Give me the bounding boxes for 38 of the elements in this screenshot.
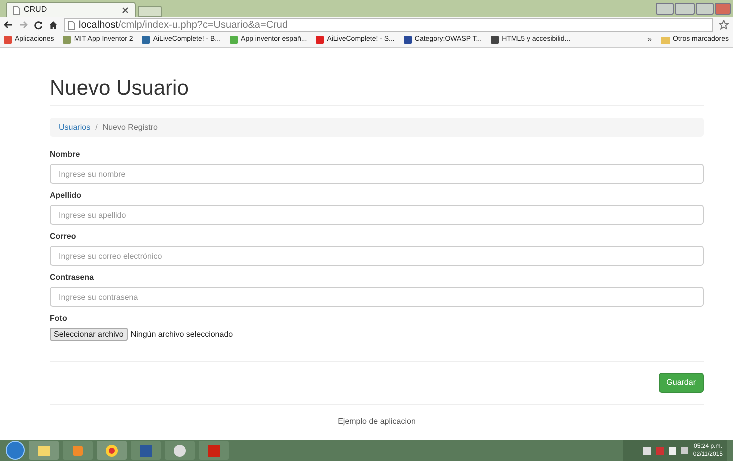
tab-title: CRUD: [24, 4, 48, 16]
file-status: Ningún archivo seleccionado: [130, 328, 234, 340]
breadcrumb-link[interactable]: Usuarios: [59, 122, 91, 134]
url-host: localhost: [79, 20, 118, 30]
browser-tab[interactable]: CRUD: [6, 2, 136, 17]
field-label: Correo: [50, 231, 78, 243]
url-path: /cmlp/index-u.php?c=Usuario&a=Crud: [118, 20, 288, 30]
footer-text: Ejemplo de aplicacion: [337, 416, 417, 428]
breadcrumb-separator: /: [96, 122, 98, 134]
folder-icon[interactable]: [29, 441, 59, 460]
page-icon: [68, 20, 75, 30]
choose-file-button[interactable]: Seleccionar archivo: [50, 328, 128, 341]
minimize-button[interactable]: [675, 3, 695, 15]
field-label: Apellido: [50, 190, 83, 202]
start-button[interactable]: [6, 441, 25, 460]
reload-icon[interactable]: [34, 20, 43, 30]
page-icon: [13, 6, 20, 14]
back-icon[interactable]: [4, 21, 13, 29]
page-title: Nuevo Usuario: [50, 76, 190, 102]
forward-icon[interactable]: [19, 21, 28, 29]
star-icon[interactable]: [719, 20, 729, 30]
maximize-button[interactable]: [696, 3, 714, 15]
media-player-icon[interactable]: [63, 441, 93, 460]
folder-icon: [660, 36, 670, 44]
breadcrumb-current: Nuevo Registro: [102, 122, 158, 134]
browser-icon[interactable]: [97, 441, 127, 460]
input-field[interactable]: Ingrese su correo electrónico: [50, 246, 704, 266]
address-bar[interactable]: localhost/cmlp/index-u.php?c=Usuario&a=Crud: [64, 18, 713, 32]
more-bookmarks-button[interactable]: »: [648, 34, 652, 46]
field-label: Foto: [50, 313, 68, 325]
input-field[interactable]: Ingrese su contrasena: [50, 287, 704, 307]
field-label: Contrasena: [50, 272, 96, 284]
input-field[interactable]: Ingrese su nombre: [50, 164, 704, 184]
input-field[interactable]: Ingrese su apellido: [50, 205, 704, 225]
field-label: Nombre: [50, 149, 82, 161]
new-tab-button[interactable]: [138, 6, 162, 17]
close-icon[interactable]: [122, 6, 129, 14]
home-icon[interactable]: [49, 20, 58, 30]
